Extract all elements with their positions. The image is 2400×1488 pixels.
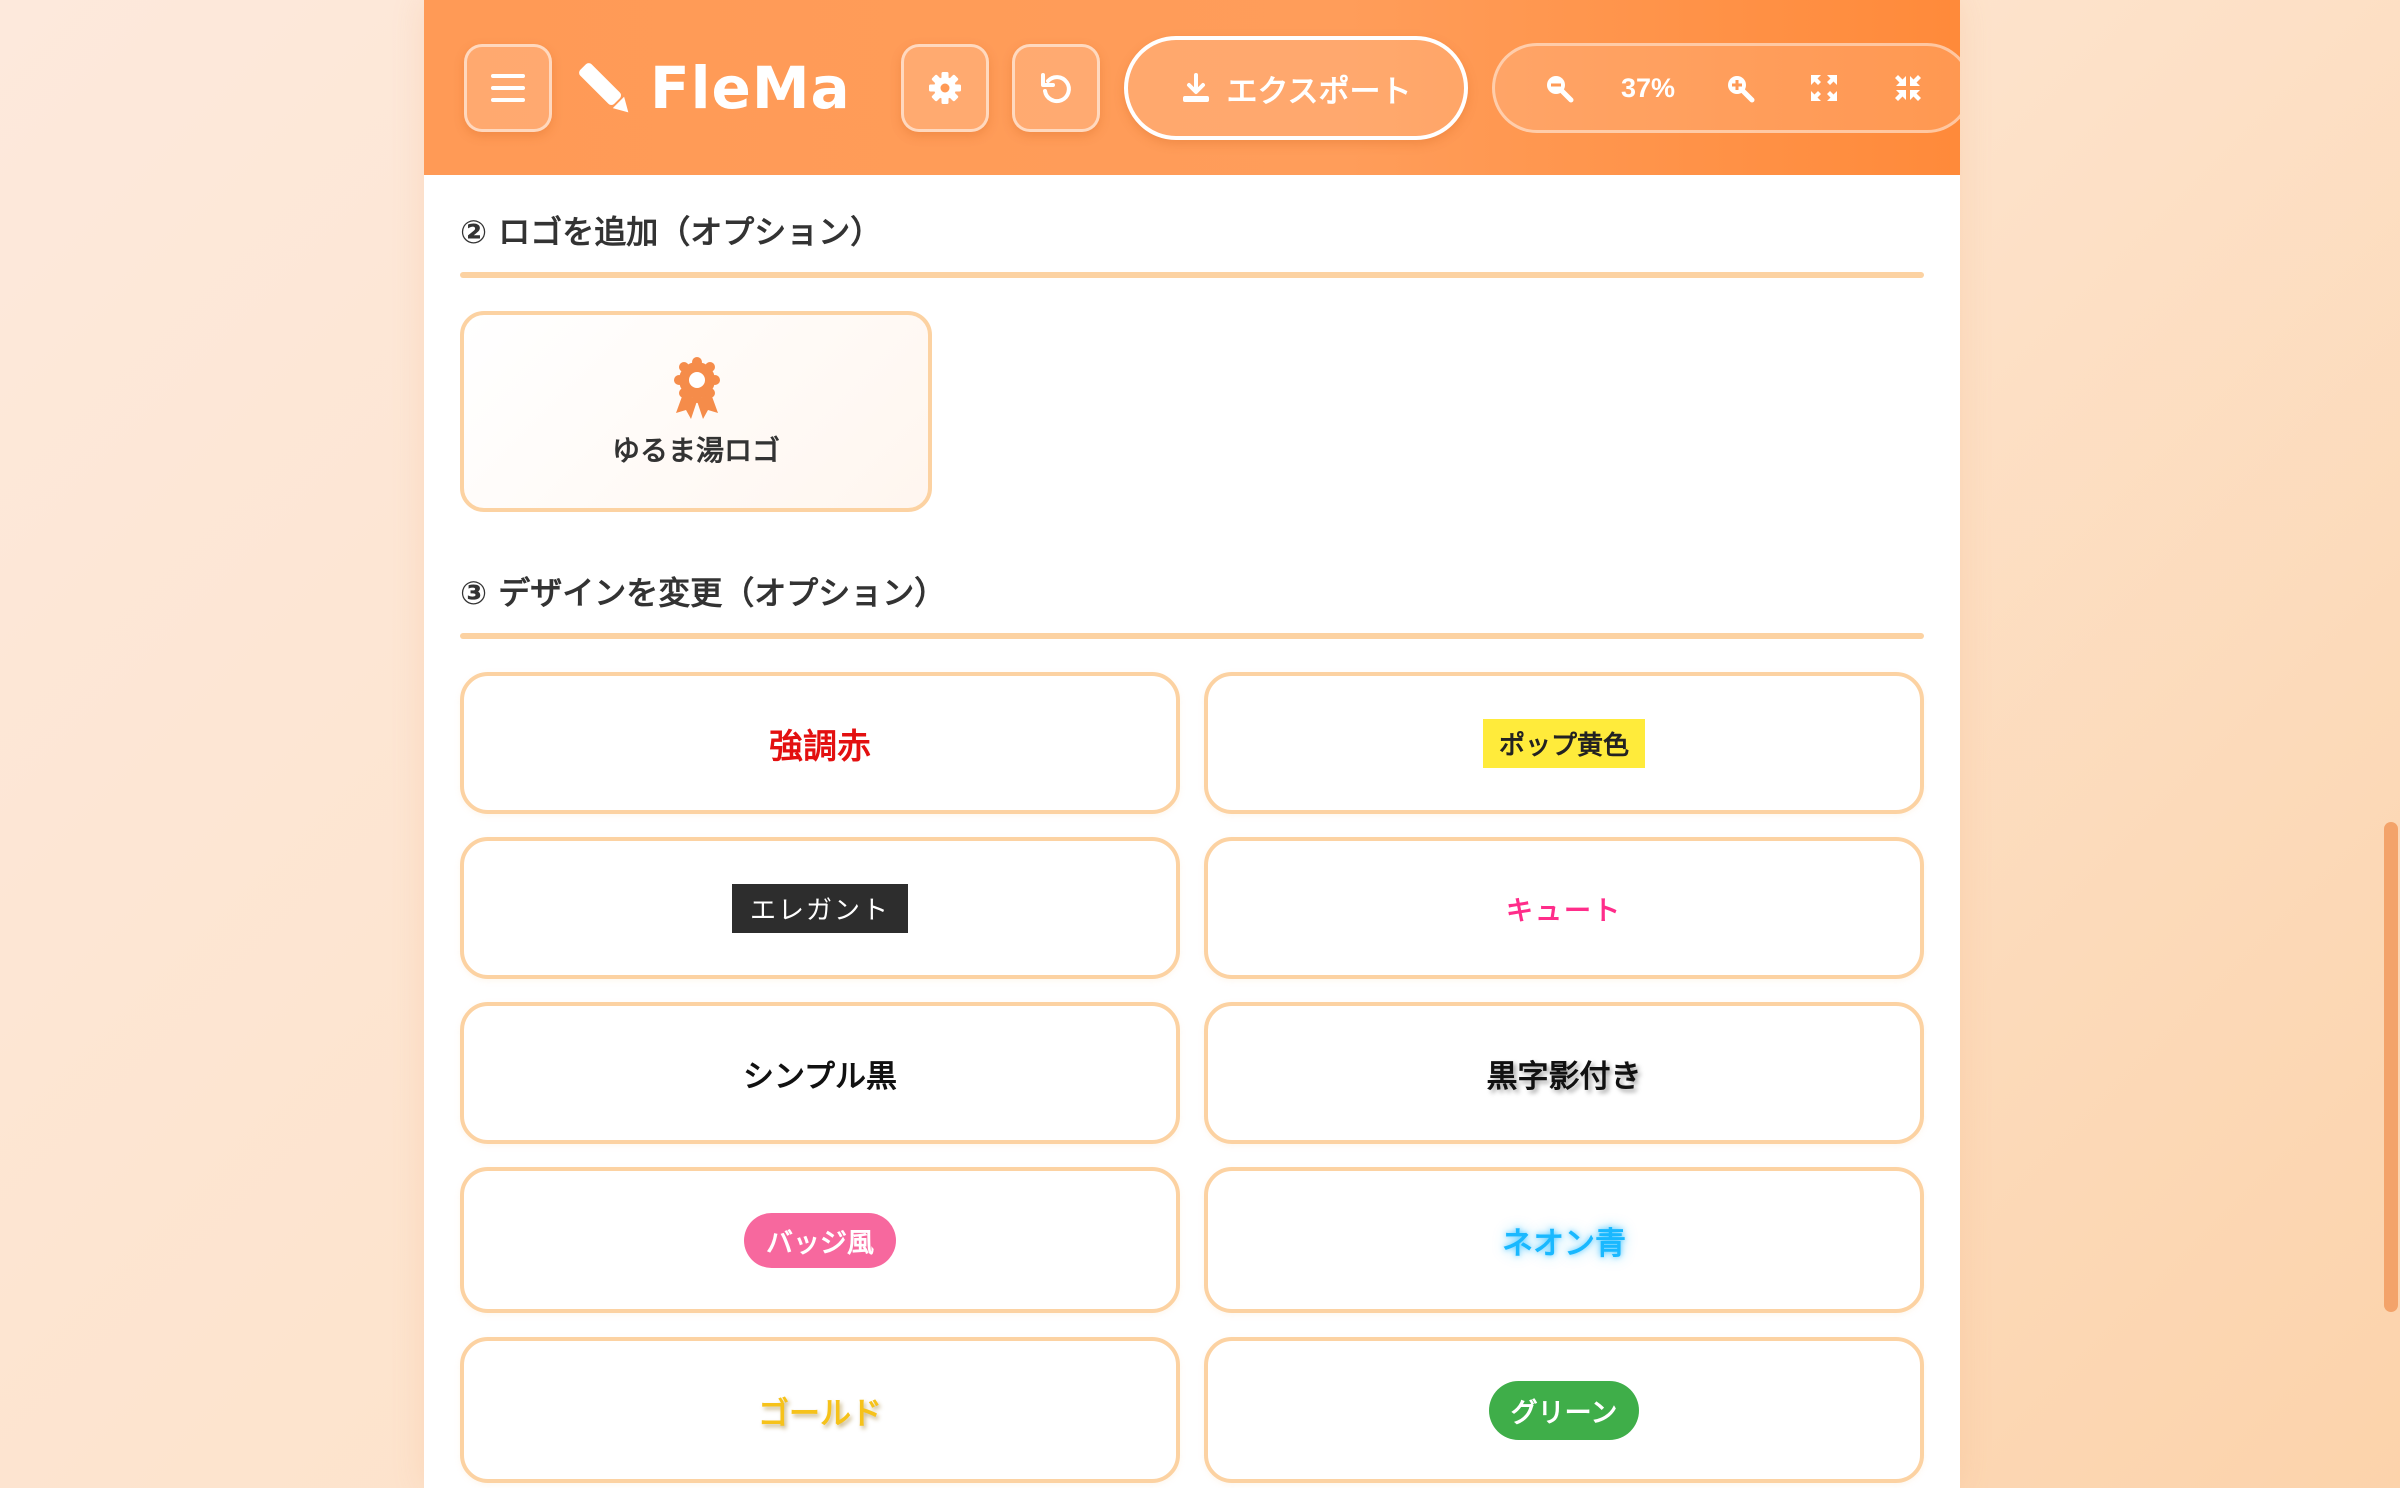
award-icon bbox=[674, 357, 720, 419]
style-option-card[interactable]: キュート bbox=[1204, 837, 1924, 979]
download-icon bbox=[1183, 73, 1210, 102]
style-option-card[interactable]: ゴールド bbox=[460, 1337, 1180, 1483]
app-name: FleMa bbox=[650, 54, 851, 122]
zoom-controls: 37% bbox=[1492, 43, 1960, 133]
logo-option-label: ゆるま湯ロゴ bbox=[611, 434, 780, 467]
style-preview-label: ゴールド bbox=[758, 1395, 882, 1432]
style-option-card[interactable]: 強調赤 bbox=[460, 672, 1180, 814]
pen-icon bbox=[579, 63, 629, 113]
style-preview-label: バッジ風 bbox=[744, 1212, 896, 1268]
style-preview-label: エレガント bbox=[731, 883, 908, 933]
app-panel: FleMa エクスポート 37% ② ロゴを追加（オプション） ゆるま湯ロゴ ③… bbox=[424, 0, 1960, 1488]
style-preview-label: 強調赤 bbox=[769, 726, 871, 767]
style-preview-label: ネオン青 bbox=[1502, 1225, 1626, 1262]
style-option-card[interactable]: ポップ黄色 bbox=[1204, 672, 1924, 814]
style-option-card[interactable]: シンプル黒 bbox=[460, 1002, 1180, 1144]
expand-icon bbox=[1811, 75, 1837, 101]
undo-button[interactable] bbox=[1012, 44, 1100, 132]
style-option-card[interactable]: 黒字影付き bbox=[1204, 1002, 1924, 1144]
style-preview-label: キュート bbox=[1506, 895, 1622, 927]
style-preview-label: シンプル黒 bbox=[742, 1058, 898, 1095]
zoom-level: 37% bbox=[1620, 72, 1676, 103]
export-button[interactable]: エクスポート bbox=[1124, 36, 1468, 140]
style-option-card[interactable]: グリーン bbox=[1204, 1337, 1924, 1483]
undo-icon bbox=[1041, 73, 1071, 104]
fit-screen-button[interactable] bbox=[1796, 46, 1852, 130]
zoom-in-icon bbox=[1728, 76, 1755, 103]
app-header: FleMa エクスポート 37% bbox=[424, 0, 1960, 175]
style-preview-label: グリーン bbox=[1488, 1380, 1640, 1440]
compress-icon bbox=[1895, 75, 1921, 101]
zoom-in-button[interactable] bbox=[1712, 46, 1768, 130]
menu-button[interactable] bbox=[464, 44, 552, 132]
shrink-button[interactable] bbox=[1880, 46, 1936, 130]
style-preview-label: 黒字影付き bbox=[1486, 1058, 1642, 1095]
gear-icon bbox=[929, 72, 961, 104]
export-label: エクスポート bbox=[1226, 73, 1412, 110]
style-option-card[interactable]: ネオン青 bbox=[1204, 1167, 1924, 1313]
hamburger-icon bbox=[491, 74, 525, 102]
section-divider bbox=[460, 633, 1924, 639]
section-title-design: ③ デザインを変更（オプション） bbox=[460, 574, 947, 612]
page-scrollbar[interactable] bbox=[2384, 822, 2398, 1312]
zoom-out-icon bbox=[1547, 76, 1574, 103]
zoom-out-button[interactable] bbox=[1531, 46, 1587, 130]
section-divider bbox=[460, 272, 1924, 278]
section-title-logo: ② ロゴを追加（オプション） bbox=[460, 213, 883, 251]
style-preview-label: ポップ黄色 bbox=[1482, 718, 1645, 768]
logo-option-card[interactable]: ゆるま湯ロゴ bbox=[460, 311, 932, 512]
style-option-card[interactable]: エレガント bbox=[460, 837, 1180, 979]
settings-button[interactable] bbox=[901, 44, 989, 132]
style-option-card[interactable]: バッジ風 bbox=[460, 1167, 1180, 1313]
